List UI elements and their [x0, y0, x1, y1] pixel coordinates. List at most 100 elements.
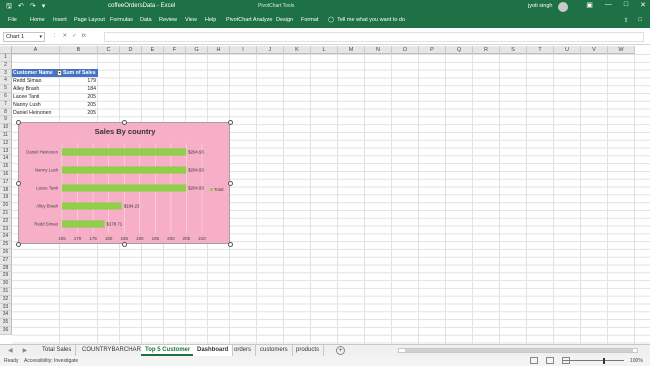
pivot-row-value[interactable]: 179: [62, 78, 96, 84]
name-box[interactable]: Chart 1 ▾: [3, 32, 45, 42]
row-header[interactable]: 34: [0, 311, 12, 320]
row-header[interactable]: 35: [0, 319, 12, 327]
row-header[interactable]: 2: [0, 61, 12, 70]
chevron-down-icon[interactable]: ▾: [39, 34, 42, 40]
sheet-tab[interactable]: orders: [230, 345, 257, 356]
column-header[interactable]: L: [311, 46, 338, 54]
cancel-icon[interactable]: ✕: [63, 33, 68, 39]
row-header[interactable]: 15: [0, 163, 12, 171]
pivot-row-value[interactable]: 184: [62, 86, 96, 92]
close-icon[interactable]: ✕: [640, 1, 646, 9]
sheet-tab[interactable]: COUNTRYBARCHART: [78, 345, 150, 356]
pivot-row-name[interactable]: Lacee Tanti: [13, 94, 39, 100]
next-sheet-icon[interactable]: ▶: [23, 347, 28, 354]
row-header[interactable]: 14: [0, 155, 12, 164]
column-header[interactable]: R: [473, 46, 500, 54]
resize-handle[interactable]: [122, 242, 127, 247]
row-header[interactable]: 4: [0, 77, 12, 86]
column-header[interactable]: E: [142, 46, 164, 54]
tab-view[interactable]: View: [185, 17, 197, 23]
user-name[interactable]: jyoti singh: [528, 3, 552, 9]
row-header[interactable]: 6: [0, 93, 12, 101]
tab-help[interactable]: Help: [205, 17, 216, 23]
column-header[interactable]: W: [608, 46, 635, 54]
row-header[interactable]: 33: [0, 303, 12, 312]
share-icon[interactable]: ⇧: [623, 17, 628, 24]
tab-pivotchart-analyze[interactable]: PivotChart Analyze: [226, 17, 272, 23]
minimize-icon[interactable]: —: [605, 1, 612, 9]
pivot-row-name[interactable]: Nanny Lush: [13, 102, 41, 108]
pivot-chart[interactable]: Sales By country 165 170 175 180 185 190 195 20…: [18, 122, 230, 244]
maximize-icon[interactable]: □: [624, 1, 628, 9]
zoom-slider[interactable]: [562, 360, 624, 361]
redo-icon[interactable]: ↷: [30, 2, 36, 13]
sheet-tab[interactable]: Total Sales: [38, 345, 77, 356]
tab-home[interactable]: Home: [30, 17, 45, 23]
row-header[interactable]: 1: [0, 54, 12, 62]
undo-icon[interactable]: ↶: [18, 2, 24, 13]
row-header[interactable]: 11: [0, 132, 12, 140]
row-header[interactable]: 13: [0, 147, 12, 156]
pivot-header-name[interactable]: Customer Name: [12, 69, 62, 77]
column-header[interactable]: C: [98, 46, 120, 54]
tab-design[interactable]: Design: [276, 17, 293, 23]
column-header[interactable]: V: [581, 46, 608, 54]
customize-qat-icon[interactable]: ▾: [42, 2, 46, 13]
column-header[interactable]: D: [120, 46, 142, 54]
row-header[interactable]: 10: [0, 124, 12, 132]
row-header[interactable]: 3: [0, 69, 12, 78]
sheet-tab[interactable]: products: [292, 345, 325, 356]
column-header[interactable]: T: [527, 46, 554, 54]
tab-review[interactable]: Review: [159, 17, 177, 23]
tab-data[interactable]: Data: [140, 17, 152, 23]
row-header[interactable]: 16: [0, 171, 12, 179]
row-header[interactable]: 5: [0, 85, 12, 93]
column-header[interactable]: B: [60, 46, 98, 54]
select-all-corner[interactable]: [0, 46, 12, 54]
row-header[interactable]: 20: [0, 202, 12, 210]
row-header[interactable]: 27: [0, 256, 12, 265]
row-header[interactable]: 24: [0, 233, 12, 242]
tab-file[interactable]: File: [8, 17, 17, 23]
sheet-tab[interactable]: Dashboard: [193, 345, 234, 356]
sheet-tab[interactable]: customers: [256, 345, 293, 356]
row-header[interactable]: 12: [0, 139, 12, 148]
pivot-row-name[interactable]: Daniel Heinonen: [13, 110, 51, 116]
resize-handle[interactable]: [122, 120, 127, 125]
column-header[interactable]: P: [419, 46, 446, 54]
column-header[interactable]: G: [186, 46, 208, 54]
resize-handle[interactable]: [16, 242, 21, 247]
row-header[interactable]: 32: [0, 295, 12, 304]
row-header[interactable]: 21: [0, 210, 12, 218]
column-header[interactable]: I: [230, 46, 257, 54]
tab-page-layout[interactable]: Page Layout: [74, 17, 105, 23]
chart-legend[interactable]: Total: [210, 187, 224, 192]
row-header[interactable]: 22: [0, 217, 12, 226]
enter-icon[interactable]: ✓: [72, 33, 77, 39]
page-layout-view-icon[interactable]: [546, 357, 554, 364]
column-header[interactable]: U: [554, 46, 581, 54]
row-header[interactable]: 29: [0, 272, 12, 281]
column-header[interactable]: Q: [446, 46, 473, 54]
row-header[interactable]: 26: [0, 249, 12, 257]
column-header[interactable]: H: [208, 46, 230, 54]
tab-formulas[interactable]: Formulas: [110, 17, 133, 23]
column-header[interactable]: A: [12, 46, 60, 54]
pivot-row-value[interactable]: 205: [62, 110, 96, 116]
normal-view-icon[interactable]: [530, 357, 538, 364]
pivot-row-name[interactable]: Redd Simao: [13, 78, 42, 84]
scrollbar-thumb[interactable]: [405, 349, 633, 352]
resize-handle[interactable]: [16, 120, 21, 125]
row-header[interactable]: 19: [0, 194, 12, 203]
prev-sheet-icon[interactable]: ◀: [8, 347, 13, 354]
add-sheet-button[interactable]: +: [336, 346, 345, 355]
row-header[interactable]: 31: [0, 288, 12, 296]
resize-handle[interactable]: [16, 181, 21, 186]
column-header[interactable]: K: [284, 46, 311, 54]
column-header[interactable]: J: [257, 46, 284, 54]
row-header[interactable]: 23: [0, 225, 12, 234]
row-header[interactable]: 7: [0, 100, 12, 109]
worksheet-grid[interactable]: Customer Name ▾ Sum of Sales Redd Simao …: [0, 46, 650, 344]
row-header[interactable]: 36: [0, 327, 12, 335]
column-header[interactable]: S: [500, 46, 527, 54]
